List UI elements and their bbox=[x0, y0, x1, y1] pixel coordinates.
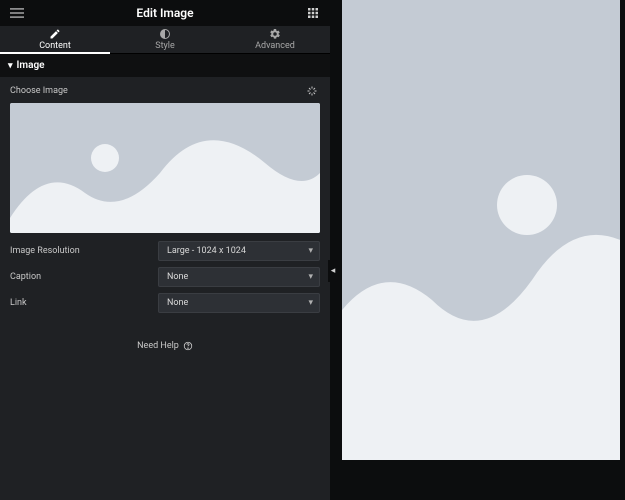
hamburger-icon bbox=[10, 6, 24, 20]
resolution-select[interactable]: Large - 1024 x 1024 bbox=[158, 241, 320, 261]
section-image-toggle[interactable]: ▾ Image bbox=[0, 54, 330, 77]
canvas-area[interactable] bbox=[330, 0, 625, 500]
resolution-row: Image Resolution Large - 1024 x 1024 bbox=[0, 239, 330, 263]
link-value: None bbox=[167, 298, 188, 308]
caption-select[interactable]: None bbox=[158, 267, 320, 287]
editor-panel: Edit Image Content Style Advanced ▾ Imag… bbox=[0, 0, 330, 500]
tab-advanced[interactable]: Advanced bbox=[220, 26, 330, 53]
apps-grid-button[interactable] bbox=[304, 4, 322, 22]
link-label: Link bbox=[10, 298, 150, 308]
tab-advanced-label: Advanced bbox=[255, 41, 295, 51]
section-image-title: Image bbox=[17, 60, 45, 71]
caption-row: Caption None bbox=[0, 265, 330, 289]
panel-header: Edit Image bbox=[0, 0, 330, 26]
widget-placeholder-icon bbox=[342, 0, 620, 460]
ai-generate-button[interactable] bbox=[304, 83, 320, 99]
help-circle-icon bbox=[183, 341, 193, 351]
panel-collapse-handle[interactable]: ◂ bbox=[328, 260, 338, 282]
contrast-icon bbox=[159, 28, 171, 40]
sparkle-icon bbox=[306, 85, 318, 97]
image-placeholder-icon bbox=[10, 103, 320, 233]
gear-icon bbox=[269, 28, 281, 40]
tab-content-label: Content bbox=[39, 41, 71, 51]
tab-content[interactable]: Content bbox=[0, 26, 110, 53]
caret-down-icon: ▾ bbox=[8, 61, 13, 71]
resolution-label: Image Resolution bbox=[10, 246, 150, 256]
tab-style[interactable]: Style bbox=[110, 26, 220, 53]
image-picker[interactable] bbox=[10, 103, 320, 233]
hamburger-menu-button[interactable] bbox=[8, 4, 26, 22]
grid-icon bbox=[307, 7, 319, 19]
need-help-link[interactable]: Need Help bbox=[0, 341, 330, 351]
panel-title: Edit Image bbox=[0, 6, 330, 20]
tab-style-label: Style bbox=[155, 41, 175, 51]
need-help-label: Need Help bbox=[137, 341, 179, 351]
choose-image-label: Choose Image bbox=[10, 86, 68, 96]
resolution-value: Large - 1024 x 1024 bbox=[167, 246, 246, 256]
link-select[interactable]: None bbox=[158, 293, 320, 313]
panel-tabs: Content Style Advanced bbox=[0, 26, 330, 54]
choose-image-row: Choose Image bbox=[0, 77, 330, 103]
pencil-icon bbox=[49, 28, 61, 40]
link-row: Link None bbox=[0, 291, 330, 315]
caption-label: Caption bbox=[10, 272, 150, 282]
caption-value: None bbox=[167, 272, 188, 282]
image-widget-preview[interactable] bbox=[342, 0, 620, 460]
chevron-left-icon: ◂ bbox=[331, 266, 336, 276]
